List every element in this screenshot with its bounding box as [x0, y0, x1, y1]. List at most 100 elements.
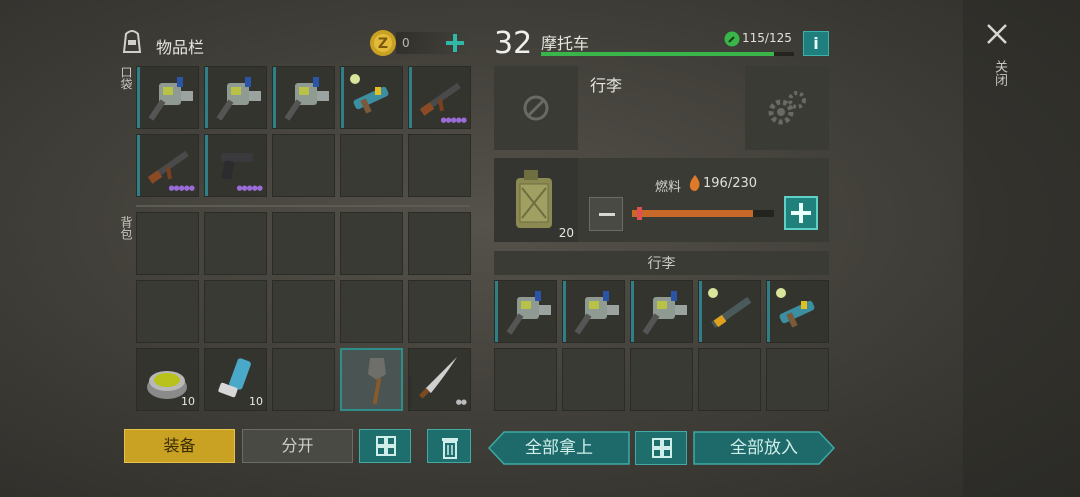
- blocked-icon: [523, 95, 549, 121]
- equip-label: 装备: [163, 436, 196, 455]
- durability-fill: [541, 52, 774, 56]
- vehicle-level: 32: [494, 26, 533, 61]
- trash-button[interactable]: [427, 429, 471, 463]
- gears-icon: [768, 91, 806, 125]
- pocket-slot-1[interactable]: [136, 66, 199, 129]
- fuel-fill: [632, 210, 753, 217]
- luggage-slot-7[interactable]: [562, 348, 625, 411]
- pocket-slot-9[interactable]: [340, 134, 403, 197]
- pocket-slot-3[interactable]: [272, 66, 335, 129]
- backpack-slot-9[interactable]: [340, 280, 403, 343]
- backpack-slot-13[interactable]: [272, 348, 335, 411]
- backpack-icon: [120, 28, 144, 54]
- luggage-section-label: 行李: [647, 256, 676, 272]
- pocket-slot-5[interactable]: ●●●●●: [408, 66, 471, 129]
- luggage-slot-6[interactable]: [494, 348, 557, 411]
- flamethrower-icon: [148, 77, 193, 121]
- close-icon: [987, 24, 1007, 44]
- fuel-label: 燃料: [655, 180, 682, 195]
- add-coins-button[interactable]: [444, 32, 466, 54]
- item-count: 10: [249, 395, 263, 408]
- backpack-slot-3[interactable]: [272, 212, 335, 275]
- put-all-button[interactable]: 全部放入: [693, 431, 835, 465]
- backpack-slot-1[interactable]: [136, 212, 199, 275]
- grid-sort-icon: [376, 436, 396, 456]
- plus-icon: [791, 203, 811, 223]
- luggage-slot-1[interactable]: [494, 280, 557, 343]
- fuel-value: 196/230: [703, 176, 758, 191]
- fuel-decrease-button[interactable]: [589, 197, 623, 231]
- laser-rifle-icon: [708, 288, 752, 328]
- sort-button[interactable]: [359, 429, 411, 463]
- flamethrower-icon: [284, 77, 329, 121]
- info-label: i: [813, 34, 819, 53]
- backpack-slot-12[interactable]: 10: [204, 348, 267, 411]
- close-button[interactable]: 关闭: [981, 20, 1013, 100]
- backpack-slot-14-selected[interactable]: [340, 348, 403, 411]
- backpack-slot-6[interactable]: [136, 280, 199, 343]
- grid-sort-icon: [652, 438, 672, 458]
- luggage-section-header: 行李: [494, 251, 829, 275]
- durability-value: 115/125: [742, 31, 792, 45]
- split-label: 分开: [281, 436, 314, 455]
- minus-icon: [599, 213, 615, 216]
- fuel-slider-track[interactable]: [632, 207, 774, 220]
- pocket-slot-8[interactable]: [272, 134, 335, 197]
- luggage-slot-9[interactable]: [698, 348, 761, 411]
- pocket-slot-4[interactable]: [340, 66, 403, 129]
- luggage-slot-10[interactable]: [766, 348, 829, 411]
- backpack-slot-11[interactable]: 10: [136, 348, 199, 411]
- rarity-dots: ●●●●●: [236, 184, 263, 192]
- vehicle-sort-button[interactable]: [635, 431, 687, 465]
- take-all-label: 全部拿上: [525, 438, 593, 458]
- backpack-slot-10[interactable]: [408, 280, 471, 343]
- flamethrower-icon: [642, 291, 687, 335]
- luggage-slot-8[interactable]: [630, 348, 693, 411]
- fuel-slider-handle[interactable]: [637, 207, 642, 220]
- flamethrower-icon: [506, 291, 551, 335]
- split-button[interactable]: 分开: [242, 429, 353, 463]
- backpack-slot-4[interactable]: [340, 212, 403, 275]
- backpack-slot-15[interactable]: ●●: [408, 348, 471, 411]
- backpack-label: 背包: [119, 216, 133, 240]
- trash-icon: [442, 438, 458, 459]
- luggage-slot-2[interactable]: [562, 280, 625, 343]
- pocket-slot-7[interactable]: ●●●●●: [204, 134, 267, 197]
- shovel-icon: [368, 358, 386, 405]
- item-count: 10: [181, 395, 195, 408]
- jerrycan-count: 20: [558, 226, 574, 240]
- scroll-indicator: [409, 377, 412, 407]
- take-all-button[interactable]: 全部拿上: [488, 431, 630, 465]
- backpack-slot-7[interactable]: [204, 280, 267, 343]
- close-label: 关闭: [992, 60, 1007, 86]
- rarity-dots: ●●●●●: [440, 116, 467, 124]
- jerrycan-slot[interactable]: 20: [494, 158, 578, 242]
- settings-slot[interactable]: [745, 66, 829, 150]
- fuel-increase-button[interactable]: [784, 196, 818, 230]
- durability-track: [541, 52, 794, 56]
- info-button[interactable]: i: [803, 31, 829, 56]
- pocket-slot-10[interactable]: [408, 134, 471, 197]
- backpack-slot-5[interactable]: [408, 212, 471, 275]
- blaster-icon: [350, 74, 389, 114]
- coin-icon: Z: [369, 29, 397, 57]
- svg-text:Z: Z: [378, 36, 388, 52]
- vehicle-attachment-slot[interactable]: [494, 66, 578, 150]
- luggage-slot-4[interactable]: [698, 280, 761, 343]
- section-divider: [136, 205, 470, 207]
- pocket-slot-6[interactable]: ●●●●●: [136, 134, 199, 197]
- flamethrower-icon: [574, 291, 619, 335]
- rarity-dots: ●●: [455, 398, 467, 406]
- vehicle-name: 摩托车: [541, 34, 590, 53]
- luggage-slot-3[interactable]: [630, 280, 693, 343]
- luggage-slot-5[interactable]: [766, 280, 829, 343]
- rarity-dots: ●●●●●: [168, 184, 195, 192]
- equip-button[interactable]: 装备: [124, 429, 235, 463]
- backpack-slot-8[interactable]: [272, 280, 335, 343]
- flamethrower-icon: [216, 77, 261, 121]
- pocket-label: 口袋: [119, 66, 133, 90]
- pocket-slot-2[interactable]: [204, 66, 267, 129]
- blaster-icon: [776, 288, 815, 328]
- flame-icon: [689, 175, 701, 191]
- backpack-slot-2[interactable]: [204, 212, 267, 275]
